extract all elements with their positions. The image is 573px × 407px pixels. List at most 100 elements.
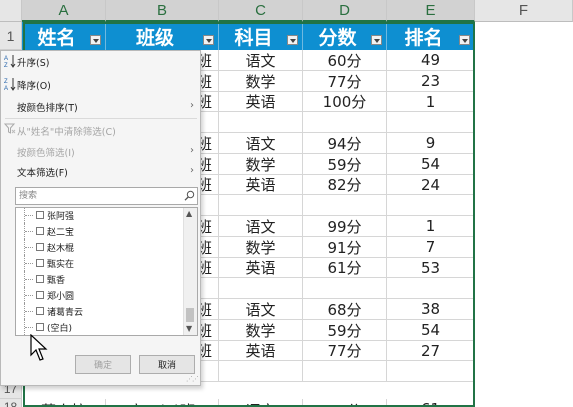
cell-name-partial[interactable]: 草小柱 [22, 399, 106, 407]
list-item[interactable]: 张阿强 [24, 208, 74, 223]
column-header-b[interactable]: B [106, 0, 219, 22]
scroll-down-icon[interactable]: ▼ [186, 324, 192, 333]
column-header-c[interactable]: C [219, 0, 303, 22]
cell-score[interactable]: 82分 [303, 175, 387, 195]
resize-grip-icon[interactable]: ⋰⋰ [186, 375, 199, 383]
list-item[interactable]: 甄实在 [24, 255, 74, 271]
cell-rank-partial[interactable]: 61 [387, 399, 475, 407]
cell-rank[interactable]: 1 [387, 92, 475, 112]
cell-rank[interactable]: 54 [387, 320, 475, 341]
scroll-up-icon[interactable]: ▲ [186, 209, 192, 218]
cell-rank[interactable]: 1 [387, 216, 475, 237]
checkbox[interactable] [36, 211, 44, 219]
select-all-corner[interactable] [0, 0, 22, 22]
column-header-f[interactable]: F [475, 0, 573, 22]
cell-score[interactable]: 91分 [303, 237, 387, 258]
cell-rank[interactable]: 38 [387, 299, 475, 320]
cell-subject[interactable]: 英语 [219, 175, 303, 195]
list-item[interactable]: 赵木棍 [24, 239, 74, 255]
checkbox[interactable] [36, 259, 44, 267]
cell-rank[interactable]: 53 [387, 258, 475, 278]
checkbox[interactable] [36, 243, 44, 251]
cell-subject[interactable]: 语文 [219, 216, 303, 237]
filter-dropdown-button-name[interactable] [90, 35, 101, 45]
row-header-18[interactable]: 18 [0, 399, 22, 407]
cell-subject[interactable]: 数学 [219, 237, 303, 258]
cell-subject[interactable]: 语文 [219, 299, 303, 320]
search-input[interactable]: 搜索 [15, 187, 198, 205]
cell-score[interactable]: 59分 [303, 320, 387, 341]
cell-subject[interactable]: 英语 [219, 92, 303, 112]
cell-rank[interactable]: 9 [387, 133, 475, 154]
column-header-e[interactable]: E [387, 0, 475, 22]
checkbox[interactable] [36, 227, 44, 235]
svg-text:Z: Z [4, 79, 8, 85]
cell-subject[interactable]: 数学 [219, 154, 303, 175]
text-filter-item[interactable]: 文本筛选(F) › [1, 161, 200, 182]
cell-score[interactable] [303, 278, 387, 299]
column-header-d[interactable]: D [303, 0, 387, 22]
ok-button[interactable]: 确定 [75, 355, 131, 374]
list-item[interactable]: 诸葛青云 [24, 303, 83, 319]
checkbox[interactable] [36, 291, 44, 299]
cell-subject[interactable]: 数学 [219, 71, 303, 92]
sort-by-color-item[interactable]: 按颜色排序(T) › [1, 96, 200, 117]
cell-subject[interactable]: 数学 [219, 320, 303, 341]
column-header-a[interactable]: A [22, 0, 106, 22]
cell-score[interactable]: 60分 [303, 50, 387, 71]
cell-rank[interactable]: 49 [387, 50, 475, 71]
cell-subject[interactable]: 英语 [219, 341, 303, 361]
cell-rank[interactable]: 23 [387, 71, 475, 92]
header-cell-rank: 排名 [387, 22, 475, 50]
scrollbar-thumb[interactable] [186, 308, 194, 322]
cell-subject[interactable]: 语文 [219, 50, 303, 71]
cell-rank[interactable] [387, 112, 475, 133]
sort-ascending-label: 升序(S) [17, 57, 50, 69]
filter-by-color-item[interactable]: 按颜色筛选(I) › [1, 141, 200, 162]
cell-rank[interactable]: 7 [387, 237, 475, 258]
cell-score[interactable]: 100分 [303, 92, 387, 112]
cell-score[interactable]: 77分 [303, 341, 387, 361]
cell-subject[interactable]: 英语 [219, 258, 303, 278]
list-item[interactable]: 甄香 [24, 271, 65, 287]
checkbox[interactable] [36, 323, 44, 331]
cancel-button[interactable]: 取消 [139, 355, 195, 374]
cell-subject[interactable] [219, 278, 303, 299]
cell-class-partial[interactable]: 高一(1)班 [106, 399, 219, 407]
cell-rank[interactable]: 54 [387, 154, 475, 175]
list-scrollbar[interactable]: ▲ ▼ [183, 208, 197, 335]
cell-rank[interactable]: 24 [387, 175, 475, 195]
cell-score[interactable]: 77分 [303, 71, 387, 92]
cell-score[interactable] [303, 361, 387, 382]
filter-dropdown-button-score[interactable] [371, 35, 382, 45]
clear-filter-item[interactable]: 从"姓名"中清除筛选(C) [1, 120, 200, 141]
cell-rank[interactable]: 27 [387, 341, 475, 361]
cell-score[interactable]: 94分 [303, 133, 387, 154]
row-header-1[interactable]: 1 [0, 22, 22, 50]
cell-rank[interactable] [387, 278, 475, 299]
list-item[interactable]: (空白) [24, 319, 72, 335]
cell-rank[interactable] [387, 361, 475, 382]
sort-descending-item[interactable]: ZA 降序(O) [1, 74, 200, 95]
filter-dropdown-button-rank[interactable] [459, 35, 470, 45]
cell-subject-partial[interactable]: 语文 [219, 399, 303, 407]
cell-subject[interactable]: 语文 [219, 133, 303, 154]
cell-subject[interactable] [219, 195, 303, 216]
sort-ascending-item[interactable]: AZ 升序(S) [1, 51, 200, 72]
cell-score[interactable]: 99分 [303, 216, 387, 237]
cell-score[interactable]: 59分 [303, 154, 387, 175]
cell-score[interactable] [303, 112, 387, 133]
checkbox[interactable] [36, 307, 44, 315]
cell-score-partial[interactable]: 53分 [303, 399, 387, 407]
cell-score[interactable]: 61分 [303, 258, 387, 278]
checkbox[interactable] [36, 275, 44, 283]
cell-score[interactable]: 68分 [303, 299, 387, 320]
filter-dropdown-button-class[interactable] [203, 35, 214, 45]
cell-subject[interactable] [219, 112, 303, 133]
cell-score[interactable] [303, 195, 387, 216]
list-item[interactable]: 郑小圆 [24, 287, 74, 303]
cell-rank[interactable] [387, 195, 475, 216]
filter-dropdown-button-subject[interactable] [287, 35, 298, 45]
list-item[interactable]: 赵二宝 [24, 223, 74, 239]
cell-subject[interactable] [219, 361, 303, 382]
